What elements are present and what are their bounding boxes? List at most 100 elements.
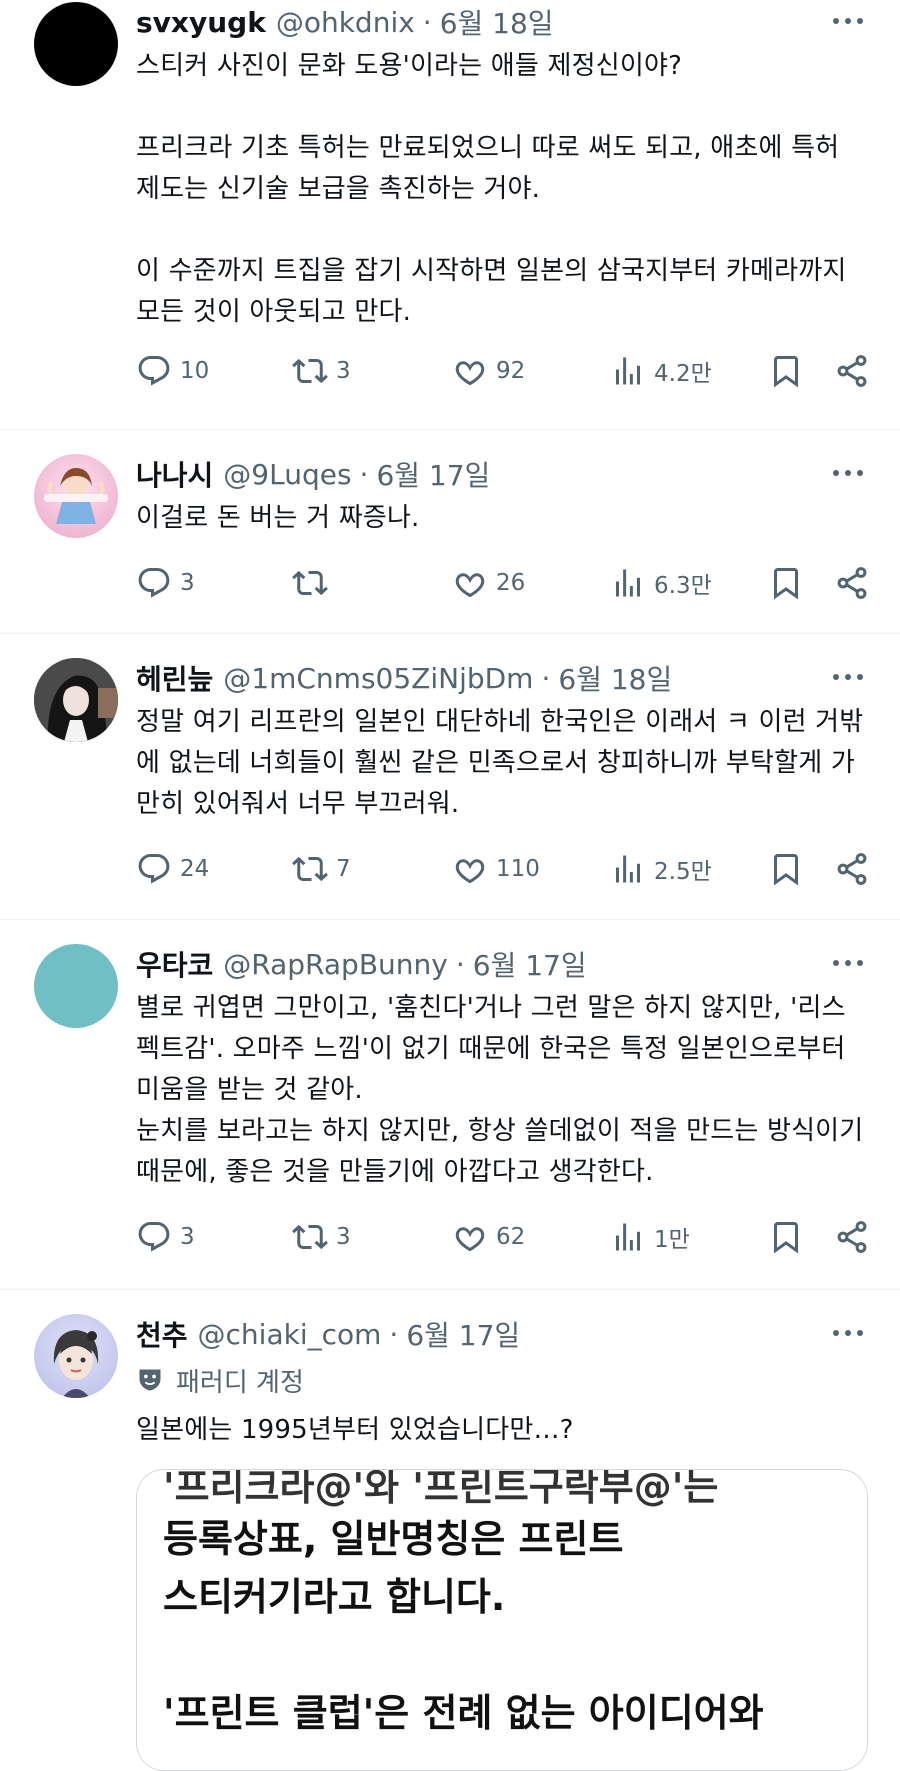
post-text: 스티커 사진이 문화 도용'이라는 애들 제정신이야? 프리크라 기초 특허는 … (136, 51, 847, 327)
repost-button[interactable]: 7 (292, 839, 351, 899)
anime-girl-avatar-image (44, 468, 108, 524)
more-options-icon[interactable] (828, 662, 868, 692)
post-2[interactable]: 나나시 @9Luqes · 6월 17일 이걸로 돈 버는 거 짜증나. 3 2… (0, 430, 900, 634)
post-text: 정말 여기 리프란의 일본인 대단하네 한국인은 이래서 ㅋ 이런 거밖에 없는… (136, 707, 864, 819)
reply-count: 24 (180, 856, 210, 882)
post-text: 일본에는 1995년부터 있었습니다만…? (136, 1415, 574, 1445)
like-count: 26 (496, 570, 526, 596)
separator: · (541, 661, 551, 695)
repost-icon (292, 1224, 328, 1250)
author-name[interactable]: 나나시 (136, 454, 213, 494)
post-1[interactable]: svxyugk @ohkdnix · 6월 18일 스티커 사진이 문화 도용'… (0, 0, 900, 430)
bookmark-button[interactable] (768, 341, 804, 401)
reply-button[interactable]: 3 (136, 1207, 195, 1267)
bookmark-button[interactable] (768, 839, 804, 899)
repost-button[interactable]: 3 (292, 341, 351, 401)
post-header: 천추 @chiaki_com · 6월 17일 (136, 1312, 864, 1356)
share-icon (837, 355, 867, 387)
more-options-icon[interactable] (828, 1318, 868, 1348)
share-button[interactable] (834, 839, 870, 899)
views-icon (616, 855, 640, 883)
post-4[interactable]: 우타코 @RapRapBunny · 6월 17일 별로 귀엽면 그만이고, '… (0, 920, 900, 1290)
author-name[interactable]: 헤린늪 (136, 658, 213, 698)
author-handle[interactable]: @RapRapBunny (223, 948, 448, 981)
view-count: 2.5만 (654, 859, 712, 885)
bookmark-icon (774, 1222, 798, 1254)
post-date[interactable]: 6월 17일 (406, 1314, 520, 1354)
author-handle[interactable]: @chiaki_com (198, 1318, 382, 1351)
view-count: 4.2만 (654, 361, 712, 387)
author-name[interactable]: 우타코 (136, 944, 213, 984)
views-button[interactable]: 2.5만 (610, 839, 712, 899)
bookmark-button[interactable] (768, 553, 804, 613)
like-button[interactable]: 62 (452, 1207, 525, 1267)
parody-mask-icon (139, 1369, 161, 1391)
more-options-icon[interactable] (828, 948, 868, 978)
views-button[interactable]: 4.2만 (610, 341, 712, 401)
views-button[interactable]: 1만 (610, 1207, 690, 1267)
profile-photo-image (34, 658, 118, 742)
embedded-image-card[interactable]: '프리크라@'와 '프린트구락부@'는 등록상표, 일반명칭은 프린트 스티커기… (136, 1469, 868, 1771)
share-icon (837, 853, 867, 885)
reply-icon (138, 1222, 170, 1252)
post-3[interactable]: 헤린늪 @1mCnms05ZiNjbDm · 6월 18일 정말 여기 리프란의… (0, 634, 900, 920)
reply-button[interactable]: 3 (136, 553, 195, 613)
like-button[interactable]: 26 (452, 553, 525, 613)
views-icon (616, 357, 640, 385)
like-button[interactable]: 92 (452, 341, 525, 401)
parody-account-label: 패러디 계정 (136, 1356, 864, 1404)
reply-feed: svxyugk @ohkdnix · 6월 18일 스티커 사진이 문화 도용'… (0, 0, 900, 1771)
separator: · (422, 5, 432, 39)
post-text: 별로 귀엽면 그만이고, '훔친다'거나 그런 말은 하지 않지만, '리스펙트… (136, 993, 864, 1187)
author-handle[interactable]: @1mCnms05ZiNjbDm (223, 662, 533, 695)
bookmark-icon (774, 854, 798, 886)
post-header: 우타코 @RapRapBunny · 6월 17일 (136, 942, 864, 986)
more-options-icon[interactable] (828, 6, 868, 36)
reply-button[interactable]: 10 (136, 341, 209, 401)
share-button[interactable] (834, 341, 870, 401)
like-button[interactable]: 110 (452, 839, 540, 899)
post-date[interactable]: 6월 18일 (558, 658, 672, 698)
bookmark-button[interactable] (768, 1207, 804, 1267)
post-header: svxyugk @ohkdnix · 6월 18일 (136, 0, 864, 44)
repost-count: 7 (336, 856, 351, 882)
reply-count: 10 (180, 358, 210, 384)
action-bar: 3 26 6.3만 (136, 553, 867, 613)
post-date[interactable]: 6월 17일 (376, 454, 490, 494)
post-date[interactable]: 6월 17일 (473, 944, 587, 984)
avatar[interactable] (34, 2, 118, 86)
avatar[interactable] (34, 454, 118, 538)
avatar[interactable] (34, 944, 118, 1028)
author-name[interactable]: 천추 (136, 1314, 188, 1354)
views-icon (616, 1223, 640, 1251)
heart-icon (455, 1227, 485, 1252)
share-icon (837, 567, 867, 599)
author-handle[interactable]: @ohkdnix (276, 6, 415, 39)
post-date[interactable]: 6월 18일 (440, 2, 554, 42)
share-button[interactable] (834, 553, 870, 613)
author-handle[interactable]: @9Luqes (223, 458, 351, 491)
more-options-icon[interactable] (828, 458, 868, 488)
views-button[interactable]: 6.3만 (610, 553, 712, 613)
post-5[interactable]: 천추 @chiaki_com · 6월 17일 패러디 계정 일본에는 1995… (0, 1290, 900, 1771)
reply-icon (138, 854, 170, 884)
post-text: 이걸로 돈 버는 거 짜증나. (136, 503, 420, 533)
repost-icon (292, 856, 328, 882)
image-text-line: 스티커기라고 합니다. (163, 1575, 506, 1619)
reply-icon (138, 568, 170, 598)
view-count: 1만 (654, 1227, 690, 1253)
avatar[interactable] (34, 658, 118, 742)
separator: · (455, 947, 465, 981)
share-button[interactable] (834, 1207, 870, 1267)
action-bar: 24 7 110 2.5만 (136, 839, 867, 899)
action-bar: 10 3 92 4.2만 (136, 341, 867, 401)
reply-count: 3 (180, 1224, 195, 1250)
parody-label-text: 패러디 계정 (176, 1367, 304, 1398)
avatar[interactable] (34, 1314, 118, 1398)
repost-button[interactable] (292, 553, 336, 613)
repost-button[interactable]: 3 (292, 1207, 351, 1267)
repost-count: 3 (336, 1224, 351, 1250)
reply-button[interactable]: 24 (136, 839, 209, 899)
post-header: 헤린늪 @1mCnms05ZiNjbDm · 6월 18일 (136, 656, 864, 700)
author-name[interactable]: svxyugk (136, 6, 266, 39)
